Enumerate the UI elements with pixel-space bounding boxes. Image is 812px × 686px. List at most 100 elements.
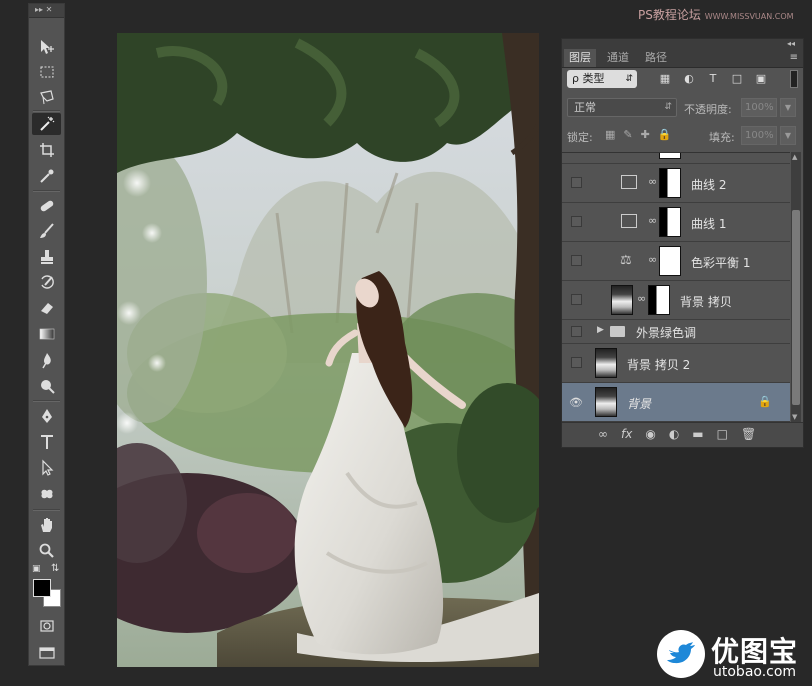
layer-row-selected[interactable]: 👁 背景 🔒 — [562, 383, 790, 422]
layer-name[interactable]: 背景 — [627, 395, 651, 412]
layer-name[interactable]: 色彩平衡 1 — [691, 254, 750, 271]
tab-layers[interactable]: 图层 — [564, 49, 596, 67]
hand-tool-icon[interactable] — [32, 514, 61, 536]
layer-row[interactable]: ⚖ ∞ 色彩平衡 1 — [562, 242, 790, 281]
chevron-updown-icon: ⇵ — [664, 102, 672, 112]
curves-adjustment-icon — [621, 214, 637, 228]
gradient-tool-icon[interactable] — [32, 323, 61, 345]
layer-row[interactable]: ∞ 曲线 1 — [562, 203, 790, 242]
expand-group-icon[interactable]: ▶ — [597, 325, 604, 335]
layer-filter-label: ρ 类型 — [572, 72, 605, 85]
filter-adjustment-icon[interactable]: ◐ — [682, 72, 696, 86]
link-icon[interactable]: ∞ — [648, 175, 657, 188]
fill-label: 填充: — [709, 131, 735, 144]
delete-layer-icon[interactable]: 🗑 — [741, 427, 756, 441]
opacity-input[interactable]: 100% — [741, 98, 777, 117]
tab-channels[interactable]: 通道 — [602, 49, 634, 67]
filter-shape-icon[interactable]: □ — [730, 72, 744, 86]
panel-menu-icon[interactable]: ≡ — [790, 52, 798, 63]
path-selection-tool-icon[interactable] — [32, 457, 61, 479]
fill-dropdown-icon[interactable]: ▼ — [780, 126, 796, 145]
lock-transparency-icon[interactable]: ▦ — [605, 128, 615, 141]
layer-name[interactable]: 背景 拷贝 — [680, 293, 732, 310]
dodge-tool-icon[interactable] — [32, 375, 61, 397]
link-layers-icon[interactable]: ∞ — [598, 427, 608, 441]
logo-url: utobao.com — [713, 664, 797, 680]
history-brush-tool-icon[interactable] — [32, 271, 61, 293]
document-canvas[interactable] — [117, 33, 539, 667]
new-adjustment-icon[interactable]: ◐ — [669, 427, 679, 441]
layer-row[interactable]: ∞ 背景 拷贝 — [562, 281, 790, 320]
foreground-color-swatch[interactable] — [33, 579, 51, 597]
opacity-dropdown-icon[interactable]: ▼ — [780, 98, 796, 117]
layer-mask-thumbnail[interactable] — [659, 168, 681, 198]
layer-name[interactable]: 背景 拷贝 2 — [627, 356, 690, 373]
scrollbar-thumb[interactable] — [792, 210, 800, 405]
magic-wand-tool-icon[interactable] — [32, 113, 61, 135]
blur-tool-icon[interactable] — [32, 349, 61, 371]
crop-tool-icon[interactable] — [32, 139, 61, 161]
move-tool-icon[interactable] — [32, 36, 61, 58]
lock-position-icon[interactable]: ✚ — [641, 128, 650, 141]
layer-name[interactable]: 曲线 2 — [691, 176, 726, 193]
lock-all-icon[interactable]: 🔒 — [658, 128, 672, 141]
tab-paths[interactable]: 路径 — [640, 49, 672, 67]
healing-brush-tool-icon[interactable] — [32, 195, 61, 217]
blend-mode-select[interactable]: 正常 ⇵ — [567, 98, 677, 117]
layer-row[interactable]: ∞ 曲线 2 — [562, 164, 790, 203]
layers-footer-icons: ∞ fx ◉ ◐ ▬ □ 🗑 — [598, 427, 756, 441]
layers-scrollbar[interactable]: ▲ ▼ — [791, 152, 801, 422]
zoom-tool-icon[interactable] — [32, 540, 61, 562]
layer-row-partial[interactable] — [562, 153, 790, 164]
new-group-icon[interactable]: ▬ — [692, 427, 703, 441]
scroll-up-icon[interactable]: ▲ — [792, 153, 797, 161]
fill-input[interactable]: 100% — [741, 126, 777, 145]
marquee-tool-icon[interactable] — [32, 61, 61, 83]
layer-thumbnail[interactable] — [595, 348, 617, 378]
eyedropper-tool-icon[interactable] — [32, 165, 61, 187]
filter-toggle[interactable] — [790, 70, 798, 88]
lasso-tool-icon[interactable] — [32, 86, 61, 108]
default-colors-icon[interactable]: ▣ — [32, 564, 41, 574]
screen-mode-icon[interactable] — [32, 642, 61, 664]
brush-tool-icon[interactable] — [32, 220, 61, 242]
scroll-down-icon[interactable]: ▼ — [792, 413, 797, 421]
eye-icon[interactable]: 👁 — [569, 396, 583, 409]
panel-collapse-bar[interactable]: ◂◂ — [562, 39, 803, 49]
bird-icon — [667, 642, 695, 664]
layer-group-row[interactable]: ▶ 外景绿色调 — [562, 320, 790, 344]
layer-name[interactable]: 外景绿色调 — [636, 324, 696, 341]
new-layer-icon[interactable]: □ — [717, 427, 728, 441]
layer-filter-select[interactable]: ρ 类型 ⇵ — [567, 70, 637, 88]
layer-row[interactable]: 背景 拷贝 2 — [562, 344, 790, 383]
layer-mask-thumbnail[interactable] — [648, 285, 670, 315]
layer-name[interactable]: 曲线 1 — [691, 215, 726, 232]
link-icon[interactable]: ∞ — [637, 292, 646, 305]
visibility-toggle[interactable] — [571, 177, 582, 188]
visibility-toggle[interactable] — [571, 294, 582, 305]
add-mask-icon[interactable]: ◉ — [645, 427, 655, 441]
tools-panel-header[interactable]: ▸▸ ✕ — [29, 4, 64, 18]
swap-colors-icon[interactable]: ⇅ — [51, 563, 59, 574]
visibility-toggle[interactable] — [571, 326, 582, 337]
eraser-tool-icon[interactable] — [32, 297, 61, 319]
link-icon[interactable]: ∞ — [648, 214, 657, 227]
type-tool-icon[interactable] — [32, 431, 61, 453]
visibility-toggle[interactable] — [571, 216, 582, 227]
filter-type-icon[interactable]: T — [706, 72, 720, 86]
layer-mask-thumbnail[interactable] — [659, 207, 681, 237]
visibility-toggle[interactable] — [571, 357, 582, 368]
layer-thumbnail[interactable] — [611, 285, 633, 315]
layer-mask-thumbnail[interactable] — [659, 246, 681, 276]
lock-image-icon[interactable]: ✎ — [623, 128, 632, 141]
custom-shape-tool-icon[interactable] — [32, 483, 61, 505]
layer-style-icon[interactable]: fx — [621, 427, 632, 441]
clone-stamp-tool-icon[interactable] — [32, 246, 61, 268]
pen-tool-icon[interactable] — [32, 405, 61, 427]
visibility-toggle[interactable] — [571, 255, 582, 266]
filter-pixel-icon[interactable]: ▦ — [658, 72, 672, 86]
link-icon[interactable]: ∞ — [648, 253, 657, 266]
layer-thumbnail[interactable] — [595, 387, 617, 417]
filter-smart-object-icon[interactable]: ▣ — [754, 72, 768, 86]
quick-mask-icon[interactable] — [32, 615, 61, 637]
